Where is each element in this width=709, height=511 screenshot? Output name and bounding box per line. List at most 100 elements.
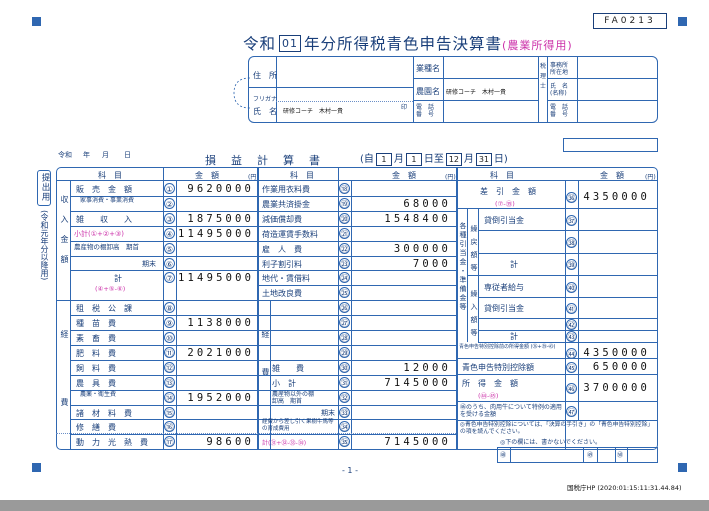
col2-amount[interactable]: 7000 xyxy=(353,258,451,270)
col1-amount[interactable]: 2021000 xyxy=(178,347,254,359)
page-title: 令和 01 年分所得税青色申告決算書(農業所得用) xyxy=(243,35,573,53)
date-day: 日 xyxy=(124,151,131,159)
business-name-label: 業種名 xyxy=(416,64,440,73)
col1-row-line xyxy=(70,255,257,257)
col2-row-number: ㉓ xyxy=(339,257,350,269)
col1-item-header: 科 目 xyxy=(98,171,122,180)
col2-label: 荷造運賃手数料 xyxy=(262,229,318,239)
income-value[interactable]: 3700000 xyxy=(580,382,650,394)
form-code: FA0213 xyxy=(593,13,667,29)
col2-item-header: 科 目 xyxy=(290,171,314,180)
page-number: - 1 - xyxy=(342,466,358,475)
col1-label: 種 苗 費 xyxy=(76,319,116,329)
col2-row-number: ㉚ xyxy=(339,361,350,373)
year-box[interactable]: 01 xyxy=(279,35,302,52)
statement-title: 損 益 計 算 書 xyxy=(205,154,322,167)
col2-row-line xyxy=(257,330,456,331)
col2-label: 利子割引料 xyxy=(262,259,302,269)
special-deduction-value[interactable]: 650000 xyxy=(580,361,650,373)
col1-amount[interactable]: 11495000 xyxy=(178,228,254,240)
phone-label: 電 話 番 号 xyxy=(416,104,435,118)
col2-row-number: ㉑ xyxy=(339,227,350,239)
col2-row-number: ㉟ xyxy=(339,436,350,448)
special-deduction-label: 青色申告特別控除額 xyxy=(462,363,534,372)
name-value[interactable]: 研修コーチ 木村一貴 xyxy=(283,106,343,115)
col2-amount[interactable]: 1548400 xyxy=(353,213,451,225)
col1-label: 農薬・衛生費 xyxy=(80,390,117,398)
corner-mark-tl xyxy=(32,17,41,26)
col1-amount[interactable]: 1875000 xyxy=(178,213,254,225)
col3-row-number: ㊵ xyxy=(566,281,577,293)
col3-reserve-label: 計 xyxy=(510,260,518,269)
col1-row-number: ① xyxy=(164,183,175,194)
col1-label: 計 xyxy=(114,274,122,284)
col2-amount[interactable]: 300000 xyxy=(353,243,451,255)
col2-amount[interactable]: 7145000 xyxy=(353,377,451,389)
farm-name-value[interactable]: 研修コーチ 木村一貴 xyxy=(446,87,506,96)
col2-row-line xyxy=(257,300,456,302)
col1-label: 家事消費・事業消費 xyxy=(80,196,135,204)
col2-label: 地代・賃借料 xyxy=(262,274,310,284)
col2-row-number: ㉙ xyxy=(339,346,350,358)
col1-row-number: ⑤ xyxy=(164,242,175,254)
col2-amount[interactable]: 68000 xyxy=(353,198,451,210)
col3-row-line xyxy=(478,297,658,298)
col1-amount[interactable]: 1138000 xyxy=(178,317,254,329)
corner-mark-bl xyxy=(32,463,41,472)
col1-amount[interactable]: 1952000 xyxy=(178,392,254,404)
col1-row-number: ⑰ xyxy=(164,436,175,448)
col3-row-line xyxy=(478,230,658,231)
ta-phone-label: 電 話 番 号 xyxy=(550,104,569,118)
col1-amount[interactable]: 11495000 xyxy=(178,272,254,284)
col2-row-line xyxy=(257,404,456,406)
col3-reserve-label: 専従者給与 xyxy=(484,282,524,292)
col1-label: 販 売 金 額 xyxy=(76,185,132,194)
col1-amount[interactable]: 9620000 xyxy=(178,183,254,195)
col1-label: 動 力 光 熱 費 xyxy=(76,438,148,448)
col1-row-line xyxy=(70,344,257,346)
col3-row-number: ㊲ xyxy=(566,214,577,226)
col2-row-number: ㉗ xyxy=(339,317,350,329)
deduction-formula: (⑦-㉟) xyxy=(495,200,515,208)
beef-note: ㊻のうち、肉用牛について特例の適用を受ける金額 xyxy=(460,404,562,418)
furigana-label: フリガナ xyxy=(253,96,278,103)
col2-row-number: ⑲ xyxy=(339,197,350,209)
col1-row-number: ⑫ xyxy=(164,361,175,373)
col3-row-number: ㊴ xyxy=(566,259,577,270)
col1-label: 諸 材 料 費 xyxy=(76,408,132,418)
from-day[interactable]: 1 xyxy=(405,153,422,166)
col1-row-line xyxy=(70,419,257,421)
col1-label: 農 具 費 xyxy=(76,378,116,388)
col2-amount-header: 金 額 xyxy=(392,171,416,180)
date-era: 令和 xyxy=(58,151,72,159)
col2-label: 農業共済掛金 xyxy=(262,199,310,209)
col1-row-line xyxy=(70,315,257,317)
col2-row-number: ⑱ xyxy=(339,183,350,194)
office-use-box xyxy=(497,447,658,463)
income-label: 所 得 金 額 xyxy=(462,379,518,388)
col1-label: 素 畜 費 xyxy=(76,334,116,343)
col2-amount[interactable]: 12000 xyxy=(353,362,451,374)
col2-label: 小 計 xyxy=(272,378,296,388)
special-deduction-note: ◎青色申告特別控除については、「決算の手引き」の「青色申告特別控除」の項を読んで… xyxy=(460,422,654,435)
to-month[interactable]: 12 xyxy=(445,153,462,166)
col1-row-line xyxy=(70,270,257,272)
from-month[interactable]: 1 xyxy=(375,153,392,166)
to-day[interactable]: 31 xyxy=(475,153,492,166)
col1-row-number: ⑥ xyxy=(164,257,175,269)
seal-mark: 印 xyxy=(401,104,408,111)
do-not-write-note: ◎下の欄には、書かないでください。 xyxy=(500,439,602,446)
col1-row-line xyxy=(70,330,257,331)
col1-amount[interactable]: 98600 xyxy=(178,436,254,448)
deduction-value[interactable]: 4350000 xyxy=(580,191,650,203)
col2-row-line xyxy=(257,315,456,317)
col2-label: 雇 人 費 xyxy=(262,244,302,254)
col2-amount[interactable]: 7145000 xyxy=(353,436,451,448)
col1-label: 飼 料 費 xyxy=(76,363,116,373)
col3-reserve-label: 貸倒引当金 xyxy=(484,303,524,313)
period: (自 1 月 1 日至 12 月 31 日) xyxy=(360,153,508,166)
address-label: 住 所 xyxy=(253,71,277,80)
col1-label: 小計(①+②+③) xyxy=(74,229,125,238)
col3-row-number: ㊶ xyxy=(566,302,577,314)
col1-row-line xyxy=(70,434,257,436)
